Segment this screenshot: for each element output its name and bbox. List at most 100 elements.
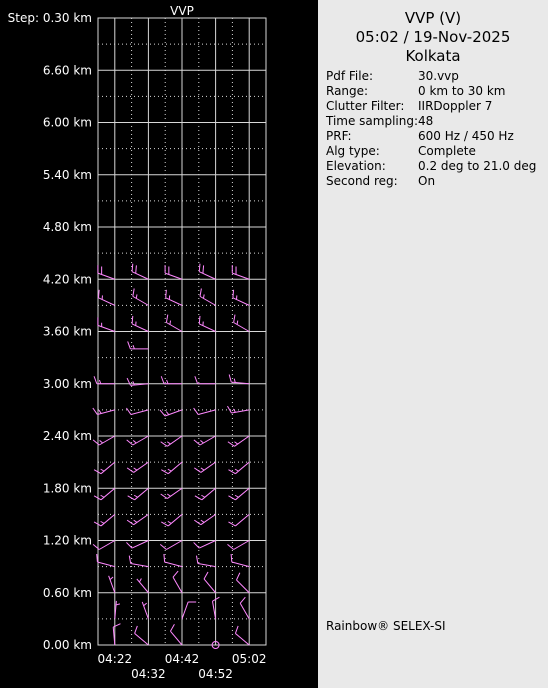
barb-half-feather — [98, 409, 102, 414]
barb-shaft — [199, 295, 216, 306]
barb-shaft — [100, 461, 116, 475]
x-tick-label: 04:52 — [198, 667, 233, 681]
barb-shaft — [199, 435, 216, 446]
barb-feather — [97, 289, 100, 298]
barb-feather — [202, 265, 205, 274]
barb-feather — [92, 407, 98, 415]
wind-barb — [228, 487, 250, 501]
info-value-clutter-filter: IIRDoppler 7 — [418, 99, 493, 113]
info-value-alg-type: Complete — [418, 144, 476, 158]
barb-shaft — [239, 603, 250, 620]
barb-half-feather — [99, 440, 103, 444]
info-label-second-reg: Second reg: — [326, 174, 398, 188]
wind-barb — [93, 487, 116, 501]
wind-barb — [161, 461, 183, 475]
barb-half-feather — [133, 467, 138, 471]
barb-shaft — [97, 561, 115, 568]
barb-half-feather — [138, 578, 142, 583]
y-tick-label: 1.80 km — [43, 481, 92, 495]
wind-barb — [160, 435, 183, 447]
barb-half-feather — [98, 379, 102, 384]
barb-shaft — [201, 487, 216, 501]
site-name: Kolkata — [405, 47, 461, 65]
barb-shaft — [134, 633, 149, 646]
barb-shaft — [131, 323, 149, 332]
barb-feather — [93, 376, 98, 384]
chart-panel: VVP 0.00 km 0.60 km 1.20 km 1.80 km 2.40 km 3… — [0, 0, 318, 688]
barb-feather — [135, 265, 137, 274]
barb-feather — [127, 495, 135, 501]
barb-feather — [160, 376, 165, 384]
wind-barb — [92, 435, 116, 446]
barb-shaft — [232, 272, 250, 280]
barb-shaft — [98, 540, 116, 550]
info-label-pdf-file: Pdf File: — [326, 69, 374, 83]
wind-barb — [126, 461, 149, 473]
wind-barb — [97, 317, 115, 332]
barb-shaft — [130, 563, 149, 568]
wind-barb — [127, 487, 149, 501]
barb-feather — [126, 542, 133, 549]
wind-barb — [97, 289, 116, 306]
barb-feather — [198, 263, 201, 272]
barb-shaft — [166, 322, 183, 332]
wind-barb — [126, 407, 149, 416]
barb-shaft — [136, 578, 149, 594]
barb-half-feather — [132, 381, 135, 386]
product-time: 05:02 / 19-Nov-2025 — [355, 28, 511, 46]
y-tick-label: 6.60 km — [43, 63, 92, 77]
wind-barb — [97, 265, 115, 280]
barb-feather — [228, 495, 236, 501]
info-value-range: 0 km to 30 km — [418, 84, 506, 98]
wind-barb — [131, 315, 149, 332]
wind-barb — [163, 553, 183, 568]
info-label-range: Range: — [326, 84, 369, 98]
wind-barb — [141, 601, 149, 620]
barb-feather — [159, 409, 166, 417]
wind-barb — [198, 263, 216, 280]
barb-shaft — [131, 271, 149, 280]
barb-feather — [194, 376, 199, 384]
barb-shaft — [199, 540, 216, 549]
barb-half-feather — [236, 320, 239, 325]
x-tick-label: 04:22 — [98, 652, 133, 666]
barb-shaft — [199, 323, 216, 332]
barb-shaft — [166, 435, 183, 447]
barb-half-feather — [200, 467, 205, 471]
wind-barb — [195, 555, 216, 568]
wind-barb — [92, 407, 115, 416]
wind-barb — [161, 513, 183, 527]
barb-shaft — [166, 540, 183, 550]
barb-shaft — [100, 487, 116, 501]
barb-feather — [160, 493, 168, 499]
barb-feather — [131, 263, 134, 272]
barb-shaft — [170, 630, 183, 646]
barb-shaft — [232, 297, 250, 306]
barb-feather — [198, 315, 201, 324]
wind-barb — [160, 376, 182, 385]
barb-feather — [126, 407, 132, 415]
wind-barb — [134, 625, 149, 646]
barb-shaft — [133, 461, 149, 473]
barb-half-feather — [100, 468, 105, 472]
barb-feather — [96, 553, 98, 563]
wind-barb — [112, 623, 121, 646]
barb-feather — [131, 315, 134, 324]
barb-half-feather — [232, 408, 236, 413]
barb-shaft — [200, 513, 216, 526]
barb-shaft — [235, 487, 250, 501]
barb-shaft — [98, 435, 116, 446]
wind-barb — [126, 513, 149, 526]
barb-half-feather — [234, 441, 239, 445]
wind-barb — [164, 265, 183, 280]
wind-barb — [193, 407, 216, 416]
wind-barb — [127, 341, 149, 350]
y-tick-label: 0.00 km — [43, 638, 92, 652]
wind-barb — [194, 376, 216, 385]
wind-barb — [199, 288, 216, 306]
product-title: VVP (V) — [404, 9, 462, 27]
barb-half-feather — [133, 519, 138, 523]
info-value-time-sampling: 48 — [418, 114, 434, 128]
wind-barb — [126, 377, 149, 386]
barb-shaft — [198, 409, 216, 416]
